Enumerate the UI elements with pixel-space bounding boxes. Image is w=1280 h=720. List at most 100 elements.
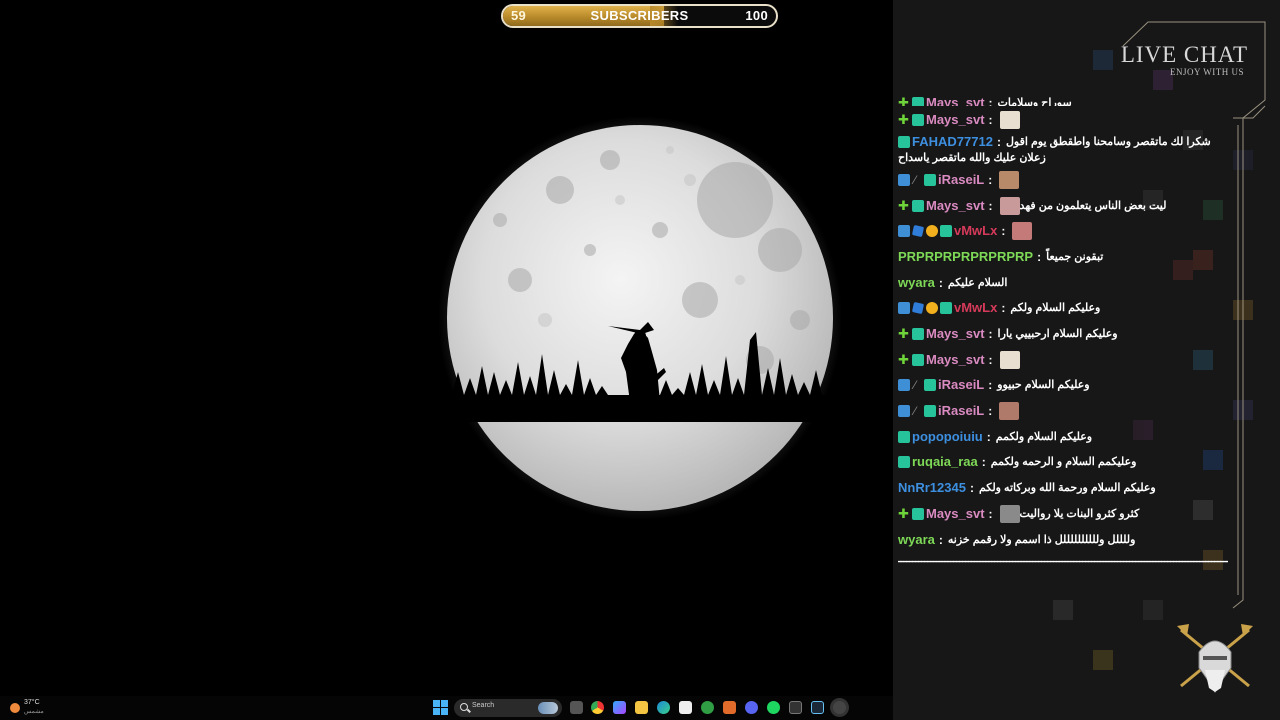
chat-emote-icon — [999, 504, 1020, 523]
chat-message: Mays_svt: — [898, 348, 1232, 371]
chat-separator: : — [1001, 301, 1006, 316]
chat-separator: : — [988, 352, 993, 367]
green-badge-icon — [940, 225, 952, 238]
chat-separator: : — [988, 327, 993, 341]
chat-emote-icon — [999, 350, 1020, 369]
chat-username[interactable]: Mays_svt — [926, 198, 985, 214]
chat-message: vMwLx: وعليكم السلام ولكم — [898, 297, 1232, 320]
task-view-icon[interactable] — [570, 701, 583, 714]
chat-emote-icon — [999, 402, 1020, 421]
chat-message: Mays_svt: وعليكم السلام ارحبييي يارا — [898, 323, 1232, 346]
cube-badge-icon — [911, 225, 925, 238]
plus-badge-icon — [898, 198, 910, 214]
chat-message-text: وللللل وللللللللللل ذا اسمم ولا رقمم خزن… — [947, 533, 1136, 546]
chat-separator: : — [988, 404, 993, 419]
chat-username[interactable]: Mays_svt — [926, 112, 985, 128]
chat-message: PRPRPRPRPRPRPRP: تبقونن جميعاً — [898, 245, 1232, 268]
chat-message: Mays_svt: سوراح وسلامات — [898, 95, 1232, 106]
chat-message-text: شكرا لك ماتقصر وسامحنا واطقطق يوم اقول — [1005, 135, 1211, 148]
chat-username[interactable]: wyara — [898, 275, 935, 291]
chat-username[interactable]: Mays_svt — [926, 506, 985, 522]
green-badge-icon — [924, 173, 936, 186]
chat-username[interactable]: PRPRPRPRPRPRPRP — [898, 249, 1033, 265]
chat-message-text: وعليكم السلام ولكم — [1010, 302, 1101, 315]
chat-emote-icon — [1012, 222, 1033, 241]
chat-separator: : — [988, 112, 993, 127]
chat-username[interactable]: vMwLx — [954, 223, 997, 239]
blue-badge-icon — [898, 379, 910, 392]
plus-badge-icon — [898, 352, 910, 368]
green-badge-icon — [912, 328, 924, 340]
chat-message-text: وعليكم السلام ورحمة الله وبركاته ولكم — [978, 482, 1156, 495]
sun-icon — [10, 703, 20, 713]
copilot-icon[interactable] — [613, 701, 626, 714]
chat-username[interactable]: ruqaia_raa — [912, 454, 978, 470]
green-badge-icon — [898, 430, 910, 443]
chat-trailing-line: ــــــــــــــــــــــــــــــــــــــــ… — [898, 553, 1228, 565]
store-icon[interactable] — [679, 701, 692, 714]
chat-username[interactable]: NnRr12345 — [898, 480, 966, 496]
chat-username[interactable]: Mays_svt — [926, 352, 985, 368]
chat-username[interactable]: FAHAD77712 — [912, 134, 993, 150]
chat-username[interactable]: iRaseiL — [938, 403, 984, 419]
chat-message-text: ليت بعض الناس يتعلمون من فهد — [1019, 199, 1167, 212]
chat-username[interactable]: Mays_svt — [926, 326, 985, 342]
weather-widget[interactable]: 37°C مشمس — [8, 698, 48, 718]
green-badge-icon — [912, 97, 924, 106]
chat-username[interactable]: wyara — [898, 532, 935, 548]
blue-badge-icon — [898, 405, 910, 418]
app-active-icon[interactable] — [833, 701, 846, 714]
app-a-icon[interactable] — [723, 701, 736, 714]
chat-separator: : — [996, 134, 1001, 149]
windows-logo-pane — [441, 708, 448, 715]
pen-badge-icon — [912, 172, 922, 188]
chat-username[interactable]: iRaseiL — [938, 172, 984, 188]
chat-username[interactable]: vMwLx — [954, 300, 997, 316]
chat-username[interactable]: Mays_svt — [926, 95, 985, 106]
steam-icon[interactable] — [811, 701, 824, 714]
chat-message: wyara: السلام عليكم — [898, 271, 1232, 294]
spotify-icon[interactable] — [767, 701, 780, 714]
terminal-icon[interactable] — [789, 701, 802, 714]
chat-emote-icon — [999, 110, 1020, 129]
chrome-icon[interactable] — [591, 701, 604, 714]
xbox-icon[interactable] — [701, 701, 714, 714]
pen-badge-icon — [912, 377, 922, 393]
viking-helmet-logo-icon — [1177, 624, 1253, 694]
edge-icon[interactable] — [657, 701, 670, 714]
pen-badge-icon — [912, 403, 922, 419]
green-badge-icon — [912, 353, 924, 366]
chat-username[interactable]: popopoiuiu — [912, 429, 983, 445]
plus-badge-icon — [898, 506, 910, 522]
start-button[interactable] — [433, 700, 449, 716]
discord-icon[interactable] — [745, 701, 758, 714]
plus-badge-icon — [898, 112, 910, 128]
chat-message-text: وعليكم السلام ولكمم — [995, 430, 1093, 443]
subscriber-goal-target: 100 — [745, 8, 768, 23]
taskbar-search-box[interactable]: Search — [454, 699, 562, 717]
chat-emote-icon — [999, 170, 1020, 189]
chat-message: iRaseiL: — [898, 400, 1232, 423]
chat-separator: : — [988, 506, 993, 521]
search-highlight-icon — [538, 702, 558, 714]
stream-scene: 59 SUBSCRIBERS 100 37°C مشمس Search — [0, 0, 893, 720]
file-explorer-icon[interactable] — [635, 701, 648, 714]
live-chat-panel: LIVE CHAT ENJOY WITH US Mays_svt: سوراح و… — [893, 0, 1280, 720]
chat-message-list: Mays_svt:سوراح وسلاماتMays_svt:FAHAD7771… — [898, 95, 1232, 565]
plus-badge-icon — [898, 326, 910, 342]
green-badge-icon — [898, 135, 910, 148]
chat-username[interactable]: iRaseiL — [938, 377, 984, 393]
chat-separator: : — [988, 96, 993, 106]
chat-message: popopoiuiu: وعليكم السلام ولكمم — [898, 425, 1232, 448]
subscriber-goal-bar: 59 SUBSCRIBERS 100 — [501, 4, 778, 28]
chat-separator: : — [938, 532, 943, 547]
blue-badge-icon — [898, 302, 910, 315]
chat-separator: : — [938, 275, 943, 290]
chat-message-text-continued: زعلان عليك والله ماتقصر ياسداح — [898, 151, 1046, 164]
live-chat-subtitle: ENJOY WITH US — [1170, 67, 1244, 77]
coin-badge-icon — [926, 302, 938, 315]
weather-temperature: 37°C — [24, 699, 40, 706]
blue-badge-icon — [898, 173, 910, 186]
live-chat-title: LIVE CHAT — [1120, 42, 1248, 67]
windows-logo-icon — [433, 700, 440, 707]
